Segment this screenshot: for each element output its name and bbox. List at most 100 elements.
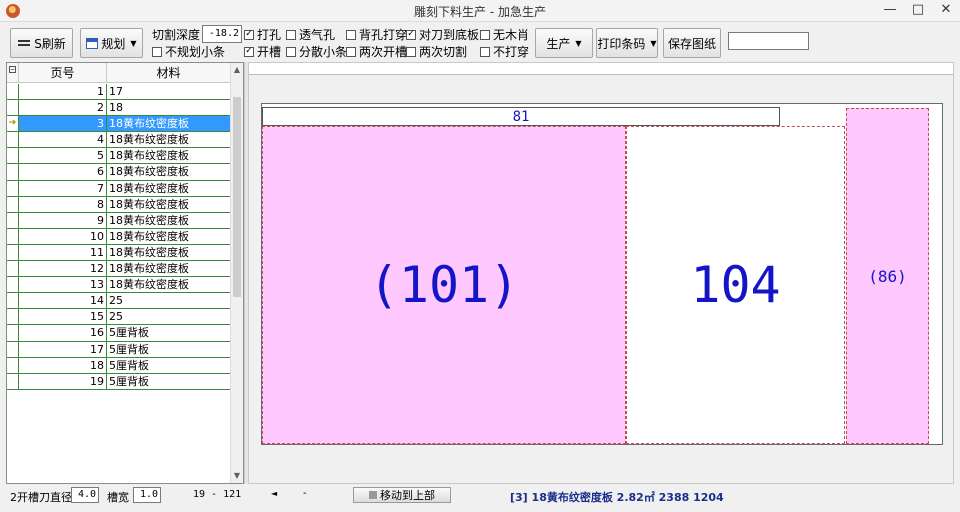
cell-page-number[interactable]: 3 <box>19 116 107 132</box>
cell-page-number[interactable]: 10 <box>19 228 107 244</box>
row-selector[interactable] <box>7 132 19 148</box>
cell-material[interactable]: 18黄布纹密度板 <box>107 228 231 244</box>
row-selector[interactable] <box>7 100 19 116</box>
cell-material[interactable]: 5厘背板 <box>107 325 231 341</box>
slot-width-input[interactable]: 1.0 <box>133 487 161 503</box>
cell-page-number[interactable]: 13 <box>19 277 107 293</box>
row-selector[interactable] <box>7 341 19 357</box>
row-selector[interactable] <box>7 357 19 373</box>
scroll-thumb[interactable] <box>233 97 241 297</box>
cell-material[interactable]: 17 <box>107 84 231 100</box>
row-selector[interactable]: ➔ <box>7 116 19 132</box>
cell-page-number[interactable]: 15 <box>19 309 107 325</box>
table-row[interactable]: 1 17 <box>7 84 231 101</box>
cell-material[interactable]: 18黄布纹密度板 <box>107 132 231 148</box>
cell-page-number[interactable]: 6 <box>19 164 107 180</box>
cell-material[interactable]: 5厘背板 <box>107 373 231 389</box>
cell-page-number[interactable]: 16 <box>19 325 107 341</box>
table-row[interactable]: 2 18 <box>7 100 231 117</box>
cell-page-number[interactable]: 4 <box>19 132 107 148</box>
cell-material[interactable]: 18黄布纹密度板 <box>107 244 231 261</box>
cell-material[interactable]: 18黄布纹密度板 <box>107 196 231 212</box>
cell-page-number[interactable]: 7 <box>19 180 107 196</box>
row-selector[interactable] <box>7 261 19 277</box>
print-barcode-button[interactable]: 打印条码 ▼ <box>596 28 658 58</box>
table-row[interactable]: 11 18黄布纹密度板 <box>7 244 231 262</box>
cell-material[interactable]: 18黄布纹密度板 <box>107 164 231 180</box>
row-selector[interactable] <box>7 164 19 180</box>
row-selector[interactable] <box>7 277 19 293</box>
cell-page-number[interactable]: 11 <box>19 244 107 261</box>
cell-material[interactable]: 18黄布纹密度板 <box>107 148 231 164</box>
row-selector[interactable] <box>7 309 19 325</box>
search-input[interactable] <box>728 32 809 50</box>
table-row[interactable]: 16 5厘背板 <box>7 325 231 342</box>
checkbox-double-groove[interactable]: 两次开槽 <box>346 43 407 60</box>
cell-page-number[interactable]: 12 <box>19 261 107 277</box>
table-row[interactable]: 8 18黄布纹密度板 <box>7 196 231 213</box>
table-row[interactable]: 9 18黄布纹密度板 <box>7 212 231 229</box>
minimize-button[interactable]: — <box>876 0 904 22</box>
cell-page-number[interactable]: 2 <box>19 100 107 116</box>
refresh-button[interactable]: S刷新 <box>10 28 73 58</box>
left-arrow-icon[interactable]: ◄ <box>271 489 277 498</box>
cell-material[interactable]: 5厘背板 <box>107 341 231 357</box>
column-header-material[interactable]: 材料 <box>107 63 231 83</box>
table-row[interactable]: 18 5厘背板 <box>7 357 231 374</box>
cut-piece[interactable]: (101) <box>262 126 626 444</box>
table-row[interactable]: 15 25 <box>7 309 231 326</box>
column-header-page[interactable]: 页号 <box>19 63 107 83</box>
table-row[interactable]: 12 18黄布纹密度板 <box>7 261 231 278</box>
cut-piece[interactable]: 104 <box>626 126 845 444</box>
checkbox-no-dowel[interactable]: 无木肖 <box>480 26 529 43</box>
row-selector[interactable] <box>7 228 19 244</box>
row-selector[interactable] <box>7 180 19 196</box>
checkbox-vent-hole[interactable]: 透气孔 <box>286 26 335 43</box>
plan-button[interactable]: 规划 ▼ <box>80 28 143 58</box>
cell-page-number[interactable]: 1 <box>19 84 107 100</box>
cell-material[interactable]: 18黄布纹密度板 <box>107 116 231 132</box>
strip-piece[interactable]: 81 <box>262 107 780 126</box>
table-row[interactable]: 7 18黄布纹密度板 <box>7 180 231 197</box>
checkbox-scatter-strips[interactable]: 分散小条 <box>286 43 347 60</box>
checkbox-no-through[interactable]: 不打穿 <box>480 43 529 60</box>
cell-page-number[interactable]: 19 <box>19 373 107 389</box>
cell-material[interactable]: 25 <box>107 293 231 309</box>
cell-material[interactable]: 18 <box>107 100 231 116</box>
scroll-up-icon[interactable]: ▲ <box>231 63 243 77</box>
cell-material[interactable]: 18黄布纹密度板 <box>107 277 231 293</box>
table-row[interactable]: 19 5厘背板 <box>7 373 231 390</box>
cell-page-number[interactable]: 14 <box>19 293 107 309</box>
save-drawing-button[interactable]: 保存图纸 <box>663 28 721 58</box>
move-to-top-button[interactable]: 移动到上部 <box>353 487 451 503</box>
checkbox-drill[interactable]: ✓ 打孔 <box>244 26 281 43</box>
checkbox-groove[interactable]: ✓ 开槽 <box>244 43 281 60</box>
cutter-diameter-input[interactable]: 4.0 <box>71 487 99 503</box>
table-row[interactable]: 5 18黄布纹密度板 <box>7 148 231 165</box>
grid-corner[interactable]: − <box>7 63 19 83</box>
table-row[interactable]: 17 5厘背板 <box>7 341 231 358</box>
cell-page-number[interactable]: 17 <box>19 341 107 357</box>
cell-page-number[interactable]: 9 <box>19 212 107 228</box>
produce-button[interactable]: 生产 ▼ <box>535 28 593 58</box>
cell-material[interactable]: 18黄布纹密度板 <box>107 212 231 228</box>
row-selector[interactable] <box>7 212 19 228</box>
row-selector[interactable] <box>7 325 19 341</box>
row-selector[interactable] <box>7 293 19 309</box>
row-selector[interactable] <box>7 148 19 164</box>
checkbox-tool-to-base[interactable]: ✓ 对刀到底板 <box>406 26 479 43</box>
cell-page-number[interactable]: 5 <box>19 148 107 164</box>
cut-depth-input[interactable]: -18.2 <box>202 25 242 43</box>
checkbox-no-plan-strips[interactable]: 不规划小条 <box>152 43 225 60</box>
row-selector[interactable] <box>7 373 19 389</box>
row-selector[interactable] <box>7 196 19 212</box>
maximize-button[interactable]: □ <box>904 0 932 22</box>
checkbox-back-hole-through[interactable]: 背孔打穿 <box>346 26 407 43</box>
row-selector[interactable] <box>7 244 19 261</box>
close-button[interactable]: ✕ <box>932 0 960 22</box>
table-row[interactable]: 10 18黄布纹密度板 <box>7 228 231 245</box>
table-row[interactable]: 13 18黄布纹密度板 <box>7 277 231 294</box>
cell-page-number[interactable]: 8 <box>19 196 107 212</box>
table-row[interactable]: 4 18黄布纹密度板 <box>7 132 231 149</box>
scroll-down-icon[interactable]: ▼ <box>231 469 243 483</box>
